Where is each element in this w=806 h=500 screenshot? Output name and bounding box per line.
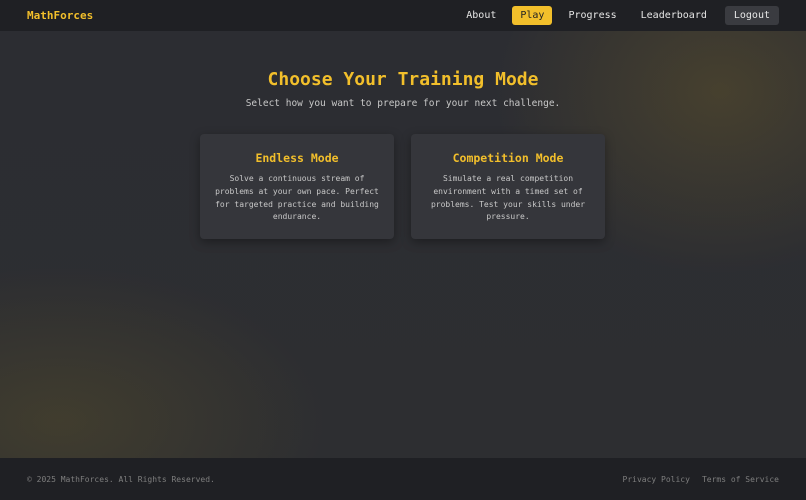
nav-about[interactable]: About xyxy=(458,6,504,25)
card-description: Solve a continuous stream of problems at… xyxy=(215,174,379,222)
brand-logo[interactable]: MathForces xyxy=(27,9,93,22)
nav-progress[interactable]: Progress xyxy=(560,6,624,25)
page-subtitle: Select how you want to prepare for your … xyxy=(245,98,561,109)
endless-mode-card[interactable]: Endless Mode Solve a continuous stream o… xyxy=(200,134,394,239)
navbar: MathForces About Play Progress Leaderboa… xyxy=(0,0,806,31)
copyright-text: © 2025 MathForces. All Rights Reserved. xyxy=(27,474,215,484)
terms-of-service-link[interactable]: Terms of Service xyxy=(702,475,779,484)
card-description: Simulate a real competition environment … xyxy=(430,174,586,222)
nav-menu: About Play Progress Leaderboard Logout xyxy=(450,6,779,25)
page-title: Choose Your Training Mode xyxy=(267,69,539,90)
footer: © 2025 MathForces. All Rights Reserved. … xyxy=(0,458,806,500)
logout-button[interactable]: Logout xyxy=(724,6,779,25)
card-title: Endless Mode xyxy=(255,151,339,165)
privacy-policy-link[interactable]: Privacy Policy xyxy=(623,475,690,484)
main-content: Choose Your Training Mode Select how you… xyxy=(0,31,806,458)
nav-play[interactable]: Play xyxy=(512,6,553,25)
nav-leaderboard[interactable]: Leaderboard xyxy=(633,6,715,25)
competition-mode-card[interactable]: Competition Mode Simulate a real competi… xyxy=(411,134,605,239)
card-title: Competition Mode xyxy=(452,151,564,165)
footer-links: Privacy Policy Terms of Service xyxy=(611,475,780,484)
